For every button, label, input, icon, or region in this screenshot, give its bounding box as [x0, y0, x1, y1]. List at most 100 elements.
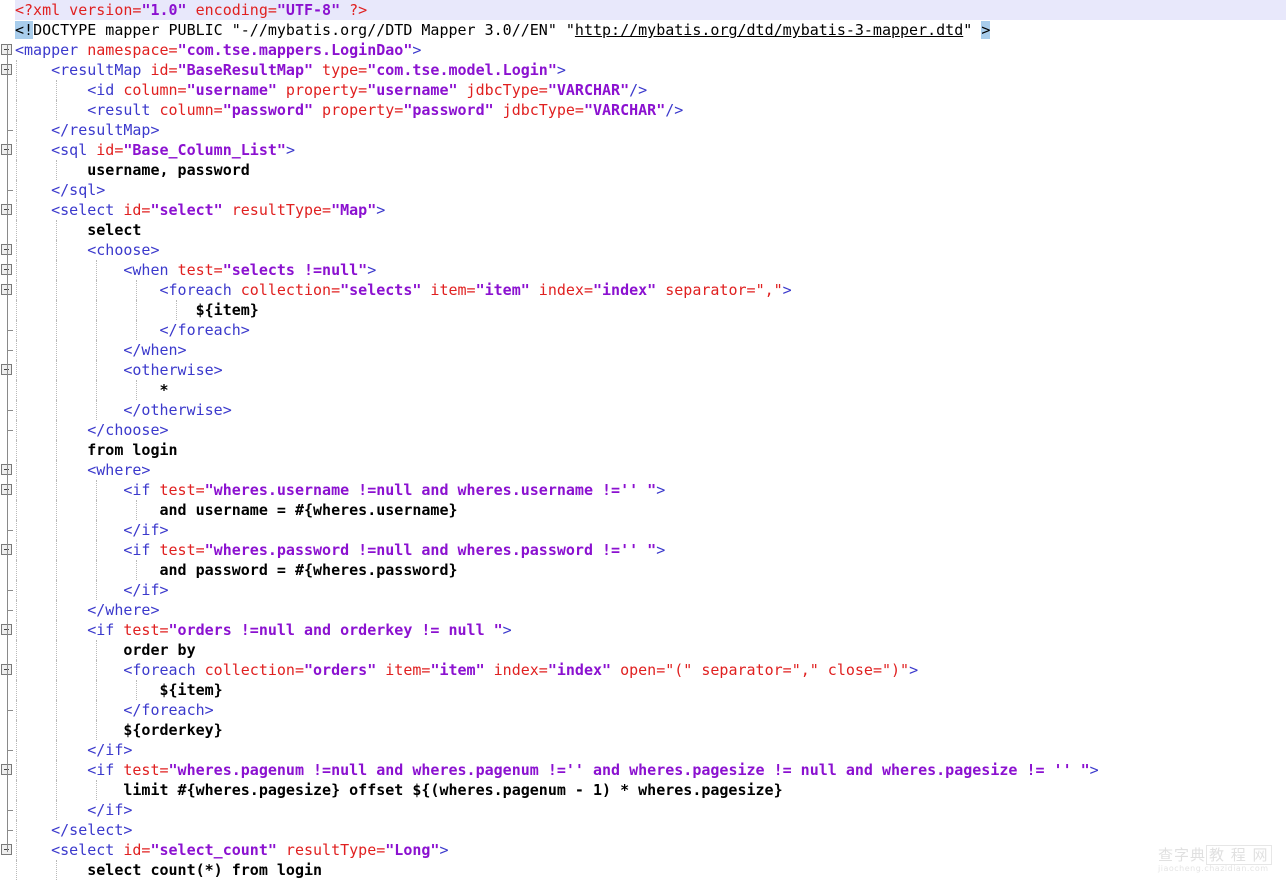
code-line[interactable]: </if>: [15, 800, 1286, 820]
code-line[interactable]: <sql id="Base_Column_List">: [15, 140, 1286, 160]
code-line[interactable]: <where>: [15, 460, 1286, 480]
code-token: and username = #{wheres.username}: [159, 501, 458, 519]
code-line[interactable]: </foreach>: [15, 700, 1286, 720]
code-token: item=: [421, 281, 476, 299]
code-token: resultType=: [222, 201, 332, 219]
indent-guide: [16, 320, 18, 340]
code-line[interactable]: </when>: [15, 340, 1286, 360]
code-token: column=: [123, 81, 187, 99]
code-token: ${item}: [195, 301, 259, 319]
code-token: namespace=: [87, 41, 178, 59]
indent-guide: [16, 540, 18, 560]
code-line[interactable]: <?xml version="1.0" encoding="UTF-8" ?>: [15, 0, 1286, 20]
code-line[interactable]: <resultMap id="BaseResultMap" type="com.…: [15, 60, 1286, 80]
code-line[interactable]: </if>: [15, 740, 1286, 760]
indent-guide: [96, 580, 98, 600]
code-line[interactable]: <otherwise>: [15, 360, 1286, 380]
code-line[interactable]: limit #{wheres.pagesize} offset ${(where…: [15, 780, 1286, 800]
code-token: property=: [313, 101, 404, 119]
code-area[interactable]: <?xml version="1.0" encoding="UTF-8" ?> <…: [15, 0, 1286, 881]
code-line[interactable]: from login: [15, 440, 1286, 460]
code-line[interactable]: <choose>: [15, 240, 1286, 260]
code-token: />: [629, 81, 648, 99]
code-line[interactable]: *: [15, 380, 1286, 400]
code-line[interactable]: <if test="wheres.username !=null and whe…: [15, 480, 1286, 500]
code-line[interactable]: <select id="select" resultType="Map">: [15, 200, 1286, 220]
indent-guide: [56, 640, 58, 660]
code-line[interactable]: </resultMap>: [15, 120, 1286, 140]
code-line[interactable]: <result column="password" property="pass…: [15, 100, 1286, 120]
code-line[interactable]: <select id="select_count" resultType="Lo…: [15, 840, 1286, 860]
indent-guide: [16, 220, 18, 240]
code-token: id=: [150, 61, 178, 79]
code-line[interactable]: username, password: [15, 160, 1286, 180]
code-token: type=: [313, 61, 368, 79]
indent-guide: [16, 400, 18, 420]
fold-connector-line: [7, 44, 8, 852]
code-token: <?xml version=: [15, 1, 142, 19]
code-line[interactable]: </if>: [15, 580, 1286, 600]
code-line[interactable]: <if test="wheres.pagenum !=null and wher…: [15, 760, 1286, 780]
code-token: >: [285, 141, 295, 159]
indent-guide: [56, 340, 58, 360]
code-token: test=: [123, 761, 169, 779]
code-line[interactable]: order by: [15, 640, 1286, 660]
code-token: and password = #{wheres.password}: [159, 561, 458, 579]
indent-guide: [96, 380, 98, 400]
code-line[interactable]: ${item}: [15, 680, 1286, 700]
indent-guide: [56, 80, 58, 100]
code-line[interactable]: </where>: [15, 600, 1286, 620]
code-line[interactable]: <mapper namespace="com.tse.mappers.Login…: [15, 40, 1286, 60]
code-token: test=: [177, 261, 223, 279]
indent-guide: [16, 300, 18, 320]
code-line[interactable]: select: [15, 220, 1286, 240]
code-token: separator=: [656, 281, 756, 299]
code-line[interactable]: </select>: [15, 820, 1286, 840]
code-line[interactable]: <foreach collection="orders" item="item"…: [15, 660, 1286, 680]
code-line[interactable]: <id column="username" property="username…: [15, 80, 1286, 100]
code-line[interactable]: <when test="selects !=null">: [15, 260, 1286, 280]
code-token: "item": [430, 661, 485, 679]
folding-gutter[interactable]: [0, 0, 16, 881]
indent-guide: [96, 280, 98, 300]
indent-guide: [16, 360, 18, 380]
code-token: "username": [367, 81, 458, 99]
code-token: <where>: [87, 461, 151, 479]
code-token: <choose>: [87, 241, 160, 259]
code-line[interactable]: ${item}: [15, 300, 1286, 320]
code-line[interactable]: <if test="wheres.password !=null and whe…: [15, 540, 1286, 560]
code-line[interactable]: </sql>: [15, 180, 1286, 200]
code-token: <if: [87, 621, 124, 639]
code-line[interactable]: <foreach collection="selects" item="item…: [15, 280, 1286, 300]
code-line[interactable]: <!DOCTYPE mapper PUBLIC "-//mybatis.org/…: [15, 20, 1286, 40]
code-token: >: [782, 281, 792, 299]
code-line[interactable]: <if test="orders !=null and orderkey != …: [15, 620, 1286, 640]
code-line[interactable]: and username = #{wheres.username}: [15, 500, 1286, 520]
code-line[interactable]: ${orderkey}: [15, 720, 1286, 740]
indent-guide: [16, 480, 18, 500]
code-line[interactable]: </otherwise>: [15, 400, 1286, 420]
indent-guide: [136, 560, 138, 580]
code-line[interactable]: and password = #{wheres.password}: [15, 560, 1286, 580]
code-token: "orders !=null and orderkey != null ": [168, 621, 503, 639]
code-token: ?>: [340, 1, 368, 19]
indent-guide: [56, 720, 58, 740]
code-line[interactable]: </choose>: [15, 420, 1286, 440]
code-token: >: [909, 661, 919, 679]
code-token: </foreach>: [159, 321, 250, 339]
xml-code-editor[interactable]: <?xml version="1.0" encoding="UTF-8" ?> <…: [0, 0, 1286, 881]
code-token: test=: [123, 621, 169, 639]
code-line[interactable]: </if>: [15, 520, 1286, 540]
code-line[interactable]: </foreach>: [15, 320, 1286, 340]
code-line[interactable]: select count(*) from login: [15, 860, 1286, 880]
